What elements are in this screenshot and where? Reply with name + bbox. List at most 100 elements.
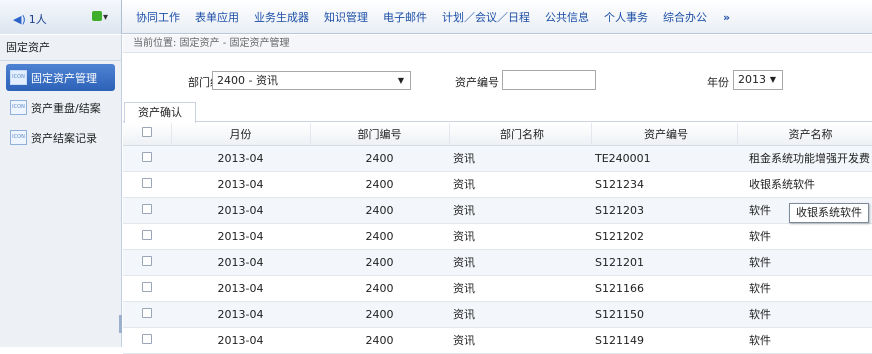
top-navigation-bar: ◀) 1人 ▾ 协同工作 表单应用 业务生成器 知识管理 电子邮件 计划／会议／日… bbox=[0, 0, 872, 34]
user-status-area: ◀) 1人 ▾ bbox=[0, 0, 122, 34]
cell-month: 2013-04 bbox=[171, 275, 310, 302]
table-row[interactable]: 2013-04 2400 资讯 S121203 软件 bbox=[123, 197, 872, 224]
sidebar-item-asset-recheck[interactable]: ICON 资产重盘/结案 bbox=[6, 94, 115, 121]
cell-month: 2013-04 bbox=[171, 223, 310, 250]
table-row[interactable]: 2013-04 2400 资讯 S121202 软件 bbox=[123, 223, 872, 250]
row-select-cell bbox=[123, 327, 171, 354]
row-select-cell bbox=[123, 145, 171, 172]
cell-dept-no: 2400 bbox=[310, 249, 449, 276]
row-select-cell bbox=[123, 301, 171, 328]
menu-item-business-generator[interactable]: 业务生成器 bbox=[254, 9, 309, 25]
cell-asset-no: S121234 bbox=[591, 171, 737, 198]
cell-dept-no: 2400 bbox=[310, 145, 449, 172]
cell-asset-no: TE240001 bbox=[591, 145, 737, 172]
column-header-dept-no[interactable]: 部门编号 bbox=[310, 123, 450, 146]
cell-asset-name: 软件 bbox=[737, 301, 872, 328]
row-checkbox[interactable] bbox=[142, 333, 152, 344]
cell-asset-name: 软件 bbox=[737, 249, 872, 276]
menu-more-button[interactable]: » bbox=[723, 11, 730, 24]
table-row[interactable]: 2013-04 2400 资讯 S121166 软件 bbox=[123, 275, 872, 302]
row-checkbox[interactable] bbox=[142, 151, 152, 162]
status-dropdown[interactable]: ▾ bbox=[92, 11, 108, 23]
cell-asset-name: 软件 bbox=[737, 275, 872, 302]
cell-asset-no: S121203 bbox=[591, 197, 737, 224]
year-select[interactable]: 2013 ▼ bbox=[733, 70, 783, 90]
cell-dept-name: 资讯 bbox=[449, 249, 591, 276]
cell-dept-no: 2400 bbox=[310, 223, 449, 250]
sidebar-item-label: 固定资产管理 bbox=[31, 71, 97, 85]
menu-item-personal[interactable]: 个人事务 bbox=[604, 9, 648, 25]
select-all-cell bbox=[123, 123, 172, 146]
cell-dept-name: 资讯 bbox=[449, 197, 591, 224]
menu-item-knowledge[interactable]: 知识管理 bbox=[324, 9, 368, 25]
breadcrumb: 当前位置: 固定资产 - 固定资产管理 bbox=[123, 35, 872, 53]
row-checkbox[interactable] bbox=[142, 229, 152, 240]
tab-asset-confirm[interactable]: 资产确认 bbox=[124, 102, 196, 123]
module-icon: ICON bbox=[10, 100, 27, 115]
column-header-asset-no[interactable]: 资产编号 bbox=[591, 123, 738, 146]
table-row[interactable]: 2013-04 2400 资讯 S121234 收银系统软件 bbox=[123, 171, 872, 198]
menu-item-email[interactable]: 电子邮件 bbox=[383, 9, 427, 25]
menu-item-collaboration[interactable]: 协同工作 bbox=[136, 9, 180, 25]
cell-month: 2013-04 bbox=[171, 171, 310, 198]
dept-select[interactable]: 2400 - 资讯 ▼ bbox=[212, 71, 411, 90]
cell-month: 2013-04 bbox=[171, 145, 310, 172]
table-row[interactable]: 2013-04 2400 资讯 S121150 软件 bbox=[123, 301, 872, 328]
cell-dept-name: 资讯 bbox=[449, 223, 591, 250]
row-checkbox[interactable] bbox=[142, 255, 152, 266]
cell-month: 2013-04 bbox=[171, 197, 310, 224]
cell-dept-no: 2400 bbox=[310, 275, 449, 302]
row-select-cell bbox=[123, 171, 171, 198]
sidebar-collapse-handle[interactable] bbox=[119, 315, 122, 333]
year-label: 年份 bbox=[707, 76, 729, 89]
row-checkbox[interactable] bbox=[142, 177, 152, 188]
cell-asset-name: 软件 bbox=[737, 327, 872, 354]
cell-dept-no: 2400 bbox=[310, 171, 449, 198]
year-select-value: 2013 bbox=[738, 73, 766, 86]
cell-dept-name: 资讯 bbox=[449, 171, 591, 198]
cell-dept-name: 资讯 bbox=[449, 275, 591, 302]
row-select-cell bbox=[123, 223, 171, 250]
table-row[interactable]: 2013-04 2400 资讯 S121201 软件 bbox=[123, 249, 872, 276]
module-icon: ICON bbox=[10, 130, 27, 145]
chevron-down-icon: ▼ bbox=[769, 75, 776, 84]
select-all-checkbox[interactable] bbox=[141, 127, 152, 138]
sidebar-item-asset-close-record[interactable]: ICON 资产结案记录 bbox=[6, 124, 115, 151]
table-row[interactable]: 2013-04 2400 资讯 TE240001 租金系统功能增强开发费 bbox=[123, 145, 872, 172]
column-header-month[interactable]: 月份 bbox=[171, 123, 311, 146]
cell-month: 2013-04 bbox=[171, 301, 310, 328]
asset-no-input[interactable] bbox=[502, 70, 596, 90]
cell-asset-name: 租金系统功能增强开发费 bbox=[737, 145, 872, 172]
main-menu: 协同工作 表单应用 业务生成器 知识管理 电子邮件 计划／会议／日程 公共信息 … bbox=[122, 0, 730, 34]
cell-asset-name: 软件 bbox=[737, 223, 872, 250]
cell-asset-no: S121166 bbox=[591, 275, 737, 302]
table-row[interactable]: 2013-04 2400 资讯 S121149 软件 bbox=[123, 327, 872, 354]
row-select-cell bbox=[123, 249, 171, 276]
main-content: 当前位置: 固定资产 - 固定资产管理 部门编号 2400 - 资讯 ▼ 资产编… bbox=[123, 35, 872, 354]
row-checkbox[interactable] bbox=[142, 203, 152, 214]
menu-item-public-info[interactable]: 公共信息 bbox=[545, 9, 589, 25]
tab-bar: 资产确认 bbox=[123, 102, 872, 123]
column-header-asset-name[interactable]: 资产名称 bbox=[737, 123, 872, 146]
cell-asset-no: S121150 bbox=[591, 301, 737, 328]
online-users-indicator[interactable]: ◀) 1人 bbox=[13, 11, 47, 27]
menu-item-office[interactable]: 综合办公 bbox=[663, 9, 707, 25]
menu-item-calendar[interactable]: 计划／会议／日程 bbox=[442, 9, 530, 25]
sidebar: 固定资产 ICON 固定资产管理 ICON 资产重盘/结案 ICON 资产结案记… bbox=[0, 35, 122, 347]
sidebar-item-asset-management[interactable]: ICON 固定资产管理 bbox=[6, 64, 115, 91]
cell-dept-name: 资讯 bbox=[449, 301, 591, 328]
check-icon bbox=[92, 11, 102, 21]
cell-dept-no: 2400 bbox=[310, 301, 449, 328]
cell-dept-no: 2400 bbox=[310, 327, 449, 354]
filter-bar: 部门编号 2400 - 资讯 ▼ 资产编号 年份 2013 ▼ bbox=[123, 53, 872, 100]
cell-dept-no: 2400 bbox=[310, 197, 449, 224]
row-checkbox[interactable] bbox=[142, 281, 152, 292]
row-checkbox[interactable] bbox=[142, 307, 152, 318]
module-icon: ICON bbox=[10, 70, 27, 85]
cell-dept-name: 资讯 bbox=[449, 145, 591, 172]
column-header-dept-name[interactable]: 部门名称 bbox=[449, 123, 592, 146]
dept-select-value: 2400 - 资讯 bbox=[217, 74, 278, 87]
sidebar-item-label: 资产结案记录 bbox=[31, 131, 97, 145]
menu-item-forms[interactable]: 表单应用 bbox=[195, 9, 239, 25]
cell-asset-no: S121149 bbox=[591, 327, 737, 354]
